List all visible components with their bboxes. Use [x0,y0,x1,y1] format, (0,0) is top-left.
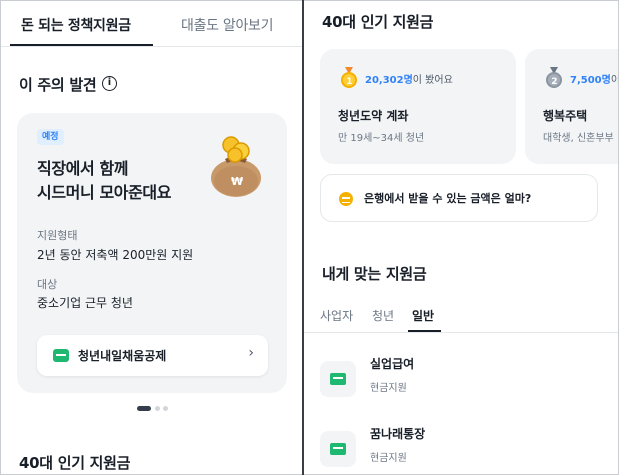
rank-number: 2 [551,77,557,87]
bank-question: 은행에서 받을 수 있는 금액은 얼마? [364,192,532,205]
coin-icon [339,192,353,206]
carousel-dot-2[interactable] [155,406,160,411]
left-panel: 돈 되는 정책지원금 대출도 알아보기 이 주의 발견 i 예정 직장에서 함께… [1,1,302,474]
popular-card-2[interactable]: 2 7,500명이 행복주택 대학생, 신혼부부 [525,49,618,164]
product-link-label: 청년내일채움공제 [78,349,167,363]
support-type-label: 지원형태 [37,229,78,242]
tab-policy-support[interactable]: 돈 되는 정책지원금 [21,15,131,35]
info-icon[interactable]: i [102,76,117,91]
support-type-value: 2년 동안 저축액 200만원 지원 [37,248,194,262]
featured-policy-card[interactable]: 예정 직장에서 함께 시드머니 모아준대요 ₩ 지원형태 2년 동안 저축액 2… [17,113,287,393]
tab-general[interactable]: 일반 [412,307,434,324]
list-item-type: 현금지원 [370,383,407,394]
chevron-right-icon: › [248,345,254,361]
money-icon [53,349,69,362]
feature-title-line2: 시드머니 모아준대요 [37,183,172,202]
matched-support-title: 내게 맞는 지원금 [322,265,427,283]
popular-40s-heading: 40대 인기 지원금 [322,13,434,31]
silver-medal-icon: 2 [546,67,562,88]
carousel-dot-3[interactable] [163,406,168,411]
views-number: 20,302명 [365,75,413,86]
money-icon [320,361,356,397]
popular-40s-title: 40대 인기 지원금 [19,454,131,472]
tab-youth[interactable]: 청년 [372,307,394,324]
list-item[interactable]: 꿈나래통장 현금지원 [320,425,600,474]
feature-title: 직장에서 함께 시드머니 모아준대요 [37,157,217,205]
svg-text:₩: ₩ [231,175,243,188]
popular-name: 행복주택 [543,109,588,123]
target-label: 대상 [37,278,58,291]
money-icon [320,431,356,467]
views-suffix: 이 [610,75,618,86]
status-badge: 예정 [37,129,64,145]
list-item-name: 실업급여 [370,357,415,371]
active-tab-indicator [10,44,153,46]
list-item-type: 현금지원 [370,453,407,464]
views-number: 7,500명 [570,75,611,86]
segment-tab-bar: 사업자 청년 일반 [304,301,618,333]
views-count: 20,302명이 봤어요 [365,71,453,86]
list-item-name: 꿈나래통장 [370,427,426,441]
list-item[interactable]: 실업급여 현금지원 [320,355,600,405]
popular-desc: 만 19세~34세 청년 [338,133,425,144]
product-link-button[interactable]: 청년내일채움공제 › [37,335,268,376]
popular-desc: 대학생, 신혼부부 [543,133,614,144]
carousel-dot-1[interactable] [137,406,151,411]
tab-loans[interactable]: 대출도 알아보기 [181,15,274,35]
right-panel: 40대 인기 지원금 1 20,302명이 봤어요 청년도약 계좌 만 19세~… [304,1,618,474]
gold-medal-icon: 1 [341,67,357,88]
tab-business[interactable]: 사업자 [320,307,353,324]
target-value: 중소기업 근무 청년 [37,296,133,310]
popular-card-1[interactable]: 1 20,302명이 봤어요 청년도약 계좌 만 19세~34세 청년 [320,49,516,164]
feature-title-line1: 직장에서 함께 [37,159,129,178]
money-bag-icon: ₩ [211,136,261,197]
weekly-discovery-title: 이 주의 발견 [19,76,97,94]
bank-amount-banner[interactable]: 은행에서 받을 수 있는 금액은 얼마? [320,174,598,222]
views-suffix: 이 봤어요 [412,75,453,86]
top-tab-bar: 돈 되는 정책지원금 대출도 알아보기 [1,1,302,47]
popular-name: 청년도약 계좌 [338,109,409,123]
rank-number: 1 [346,77,352,87]
views-count: 7,500명이 [570,71,618,86]
active-segment-indicator [408,330,441,332]
